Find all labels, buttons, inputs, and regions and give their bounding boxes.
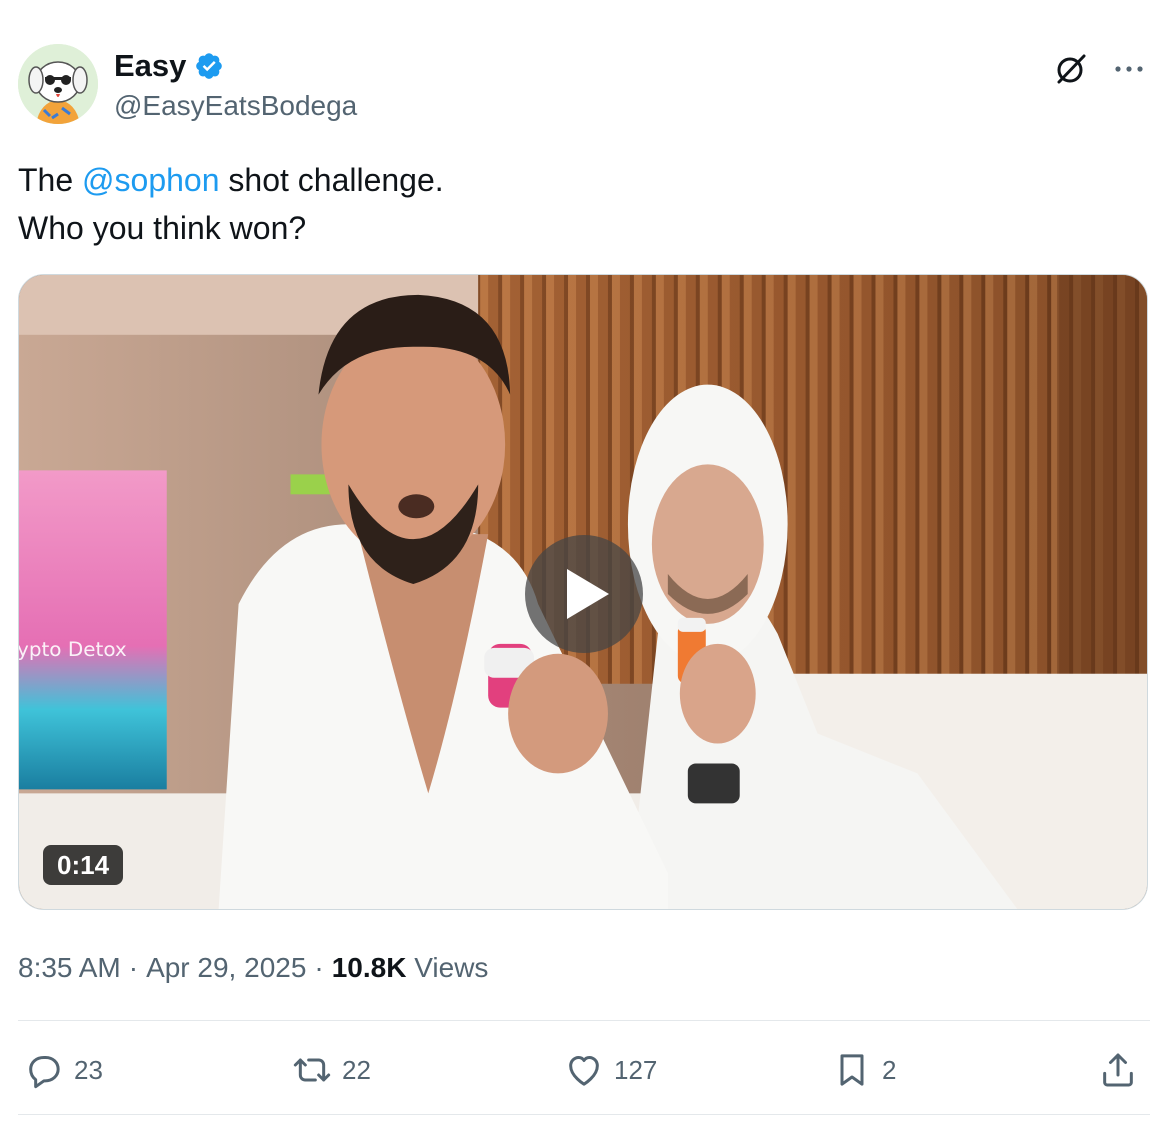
share-button[interactable]: [1098, 1044, 1138, 1096]
divider: [18, 1020, 1150, 1021]
bookmark-icon: [840, 1054, 864, 1086]
reply-button[interactable]: 23: [24, 1044, 103, 1096]
action-bar: 23 22 127 2: [18, 1044, 1150, 1096]
repost-button[interactable]: 22: [292, 1044, 371, 1096]
verified-badge-icon: [196, 53, 223, 79]
tweet-text: The @sophon shot challenge. Who you thin…: [18, 156, 1148, 252]
avatar[interactable]: [18, 44, 98, 124]
like-button[interactable]: 127: [564, 1044, 657, 1096]
tweet-text-line2: Who you think won?: [18, 210, 307, 246]
grok-icon[interactable]: [1054, 52, 1088, 86]
video-player[interactable]: ypto Detox 0:14: [18, 274, 1148, 910]
tweet-text-after: shot challenge.: [219, 162, 444, 198]
bookmark-count: 2: [882, 1054, 897, 1085]
handle[interactable]: @EasyEatsBodega: [114, 88, 357, 124]
screen-text: ypto Detox: [19, 637, 127, 661]
bookmark-button[interactable]: 2: [832, 1044, 896, 1096]
video-duration: 0:14: [43, 845, 124, 885]
reply-icon: [29, 1056, 60, 1089]
views-count[interactable]: 10.8K: [332, 952, 407, 983]
separator-dot: ·: [128, 952, 139, 983]
display-name[interactable]: Easy: [114, 48, 186, 84]
play-button[interactable]: [525, 535, 643, 653]
share-icon: [1103, 1053, 1133, 1087]
tweet-date[interactable]: Apr 29, 2025: [146, 952, 306, 983]
tweet-header: Easy @EasyEatsBodega: [18, 44, 1150, 128]
divider: [18, 1114, 1150, 1115]
separator-dot: ·: [314, 952, 324, 983]
reply-count: 23: [74, 1054, 103, 1085]
tweet-time[interactable]: 8:35 AM: [18, 952, 121, 983]
mention-link[interactable]: @sophon: [82, 162, 219, 198]
play-icon: [567, 569, 609, 619]
repost-count: 22: [342, 1054, 371, 1085]
like-icon: [569, 1056, 599, 1086]
tweet-meta: 8:35 AM · Apr 29, 2025 · 10.8K Views: [18, 948, 488, 988]
like-count: 127: [614, 1054, 658, 1085]
more-icon[interactable]: [1112, 52, 1146, 86]
tweet-text-before: The: [18, 162, 83, 198]
views-label: Views: [414, 952, 489, 983]
repost-icon: [293, 1058, 331, 1082]
avatar-image: [18, 44, 98, 124]
